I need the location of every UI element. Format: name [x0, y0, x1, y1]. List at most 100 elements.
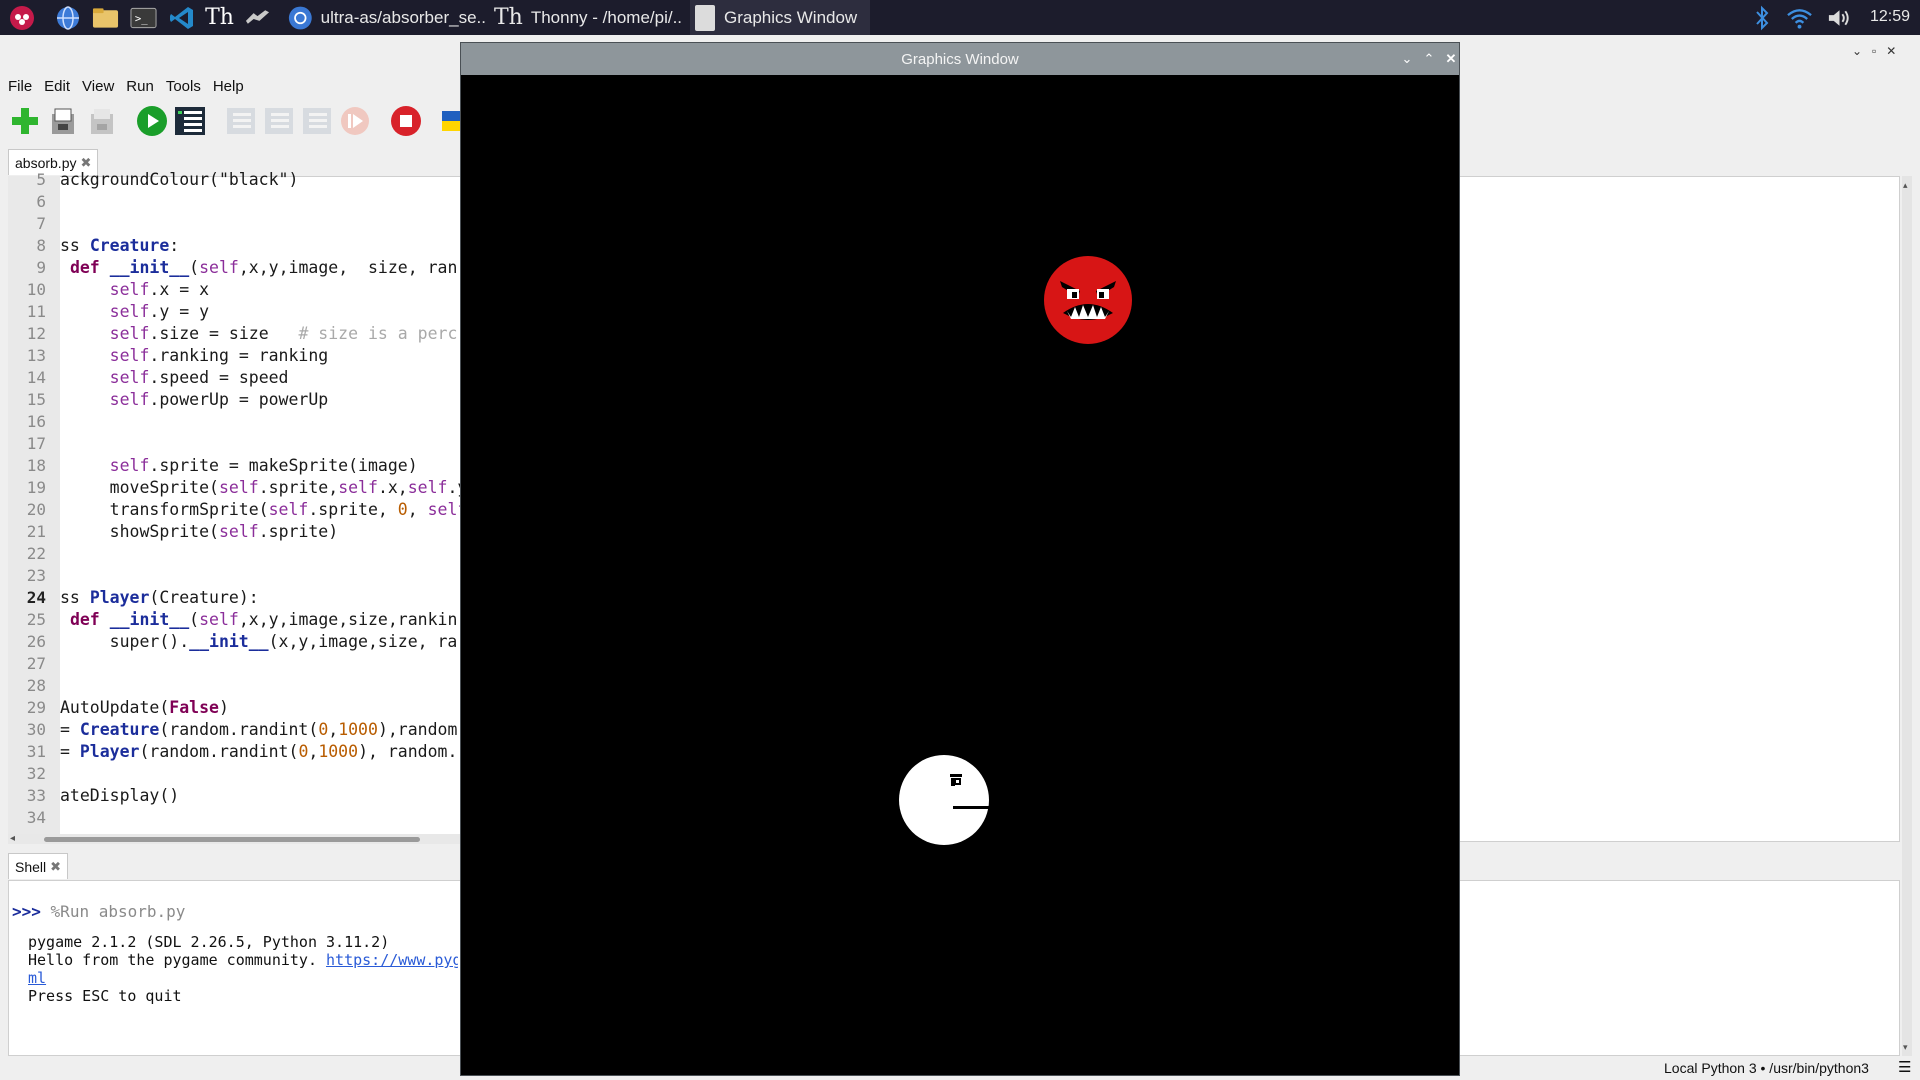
scroll-left-icon[interactable]: ◂: [10, 833, 15, 844]
raspberry-menu-icon[interactable]: [8, 4, 35, 31]
debug-button[interactable]: [174, 105, 206, 137]
line-number: 17: [26, 434, 46, 453]
code-line[interactable]: ackgroundColour("black"): [60, 169, 460, 191]
save-file-button[interactable]: [86, 105, 118, 137]
code-line[interactable]: [60, 653, 460, 675]
editor-vertical-scrollbar[interactable]: [1902, 176, 1912, 1056]
line-number: 34: [26, 808, 46, 827]
code-line[interactable]: ateDisplay(): [60, 785, 460, 807]
menu-run[interactable]: Run: [120, 78, 160, 95]
code-line[interactable]: self.y = y: [60, 301, 460, 323]
run-button[interactable]: [136, 105, 168, 137]
enemy-creature-sprite: [1044, 256, 1132, 344]
code-line[interactable]: self.speed = speed: [60, 367, 460, 389]
line-number: 19: [26, 478, 46, 497]
web-browser-icon[interactable]: [54, 4, 81, 31]
code-line[interactable]: transformSprite(self.sprite, 0, self: [60, 499, 460, 521]
line-number: 21: [26, 522, 46, 541]
pygame-link[interactable]: https://www.pyg: [326, 951, 458, 969]
code-line[interactable]: def __init__(self,x,y,image,size,rankin: [60, 609, 460, 631]
shell-prompt: >>>: [12, 902, 41, 921]
scroll-up-icon[interactable]: ▴: [1903, 180, 1908, 191]
task-chromium[interactable]: ultra-as/absorber_se..: [284, 0, 486, 35]
screenshot-tool-icon[interactable]: [244, 4, 271, 31]
code-line[interactable]: super().__init__(x,y,image,size, ra: [60, 631, 460, 653]
line-number: 33: [26, 786, 46, 805]
clock[interactable]: 12:59: [1870, 8, 1910, 26]
line-number: 12: [26, 324, 46, 343]
terminal-icon[interactable]: >_: [130, 4, 157, 31]
file-manager-icon[interactable]: [92, 4, 119, 31]
bluetooth-icon[interactable]: [1748, 4, 1775, 31]
line-number: 32: [26, 764, 46, 783]
code-line[interactable]: = Player(random.randint(0,1000), random.: [60, 741, 460, 763]
line-number: 13: [26, 346, 46, 365]
code-line[interactable]: self.powerUp = powerUp: [60, 389, 460, 411]
vscode-icon[interactable]: [168, 4, 195, 31]
code-line[interactable]: [60, 543, 460, 565]
step-over-button[interactable]: [225, 105, 257, 137]
close-icon[interactable]: ✕: [1440, 43, 1462, 75]
interpreter-status[interactable]: Local Python 3 • /usr/bin/python3: [1664, 1060, 1869, 1076]
graphics-window[interactable]: Graphics Window ⌄ ⌃ ✕: [460, 42, 1460, 1076]
resume-button[interactable]: [339, 105, 371, 137]
open-icon: [52, 108, 74, 134]
menu-lines-icon[interactable]: ☰: [1898, 1058, 1911, 1076]
stop-button[interactable]: [390, 105, 422, 137]
line-number: 28: [26, 676, 46, 695]
menu-tools[interactable]: Tools: [160, 78, 207, 95]
code-line[interactable]: [60, 675, 460, 697]
code-line[interactable]: [60, 191, 460, 213]
line-number: 26: [26, 632, 46, 651]
code-line[interactable]: [60, 565, 460, 587]
menu-file[interactable]: File: [2, 78, 38, 95]
close-icon[interactable]: ✖: [50, 859, 61, 875]
code-line[interactable]: self.sprite = makeSprite(image): [60, 455, 460, 477]
code-line[interactable]: [60, 411, 460, 433]
task-graphics-window[interactable]: Graphics Window: [690, 0, 870, 35]
task-thonny[interactable]: Th Thonny - /home/pi/..: [490, 0, 686, 35]
thonny-window-controls[interactable]: ⌄▫✕: [1852, 44, 1906, 58]
code-line[interactable]: ss Player(Creature):: [60, 587, 460, 609]
maximize-icon[interactable]: ⌃: [1418, 43, 1440, 75]
menu-edit[interactable]: Edit: [38, 78, 76, 95]
code-line[interactable]: moveSprite(self.sprite,self.x,self.y: [60, 477, 460, 499]
window-icon: [695, 4, 715, 31]
new-file-button[interactable]: [9, 105, 41, 137]
step-out-button[interactable]: [301, 105, 333, 137]
line-number: 5: [36, 170, 46, 189]
step-into-button[interactable]: [263, 105, 295, 137]
open-file-button[interactable]: [47, 105, 79, 137]
player-creature-sprite: [899, 755, 989, 845]
code-line[interactable]: [60, 763, 460, 785]
code-line[interactable]: = Creature(random.randint(0,1000),random: [60, 719, 460, 741]
code-line[interactable]: self.ranking = ranking: [60, 345, 460, 367]
code-line[interactable]: def __init__(self,x,y,image, size, ran: [60, 257, 460, 279]
pygame-link-continued[interactable]: ml: [28, 969, 458, 987]
menu-view[interactable]: View: [76, 78, 120, 95]
code-line[interactable]: self.x = x: [60, 279, 460, 301]
code-line[interactable]: [60, 807, 460, 829]
volume-icon[interactable]: [1826, 4, 1853, 31]
code-line[interactable]: [60, 213, 460, 235]
line-number: 29: [26, 698, 46, 717]
scrollbar-thumb[interactable]: [44, 837, 420, 842]
menu-help[interactable]: Help: [207, 78, 250, 95]
line-number: 7: [36, 214, 46, 233]
code-line[interactable]: [60, 433, 460, 455]
thonny-icon[interactable]: Th: [205, 4, 234, 31]
line-number: 15: [26, 390, 46, 409]
graphics-window-titlebar[interactable]: Graphics Window: [461, 43, 1459, 75]
shell-output-line: Hello from the pygame community. https:/…: [28, 951, 458, 969]
code-line[interactable]: self.size = size # size is a perc: [60, 323, 460, 345]
svg-text:>_: >_: [135, 12, 148, 24]
code-line[interactable]: ss Creature:: [60, 235, 460, 257]
line-number: 10: [26, 280, 46, 299]
code-line[interactable]: showSprite(self.sprite): [60, 521, 460, 543]
minimize-icon[interactable]: ⌄: [1396, 43, 1418, 75]
code-line[interactable]: AutoUpdate(False): [60, 697, 460, 719]
scroll-down-icon[interactable]: ▾: [1903, 1042, 1908, 1053]
wifi-icon[interactable]: [1786, 4, 1813, 31]
line-number: 18: [26, 456, 46, 475]
tab-shell[interactable]: Shell ✖: [8, 853, 69, 879]
